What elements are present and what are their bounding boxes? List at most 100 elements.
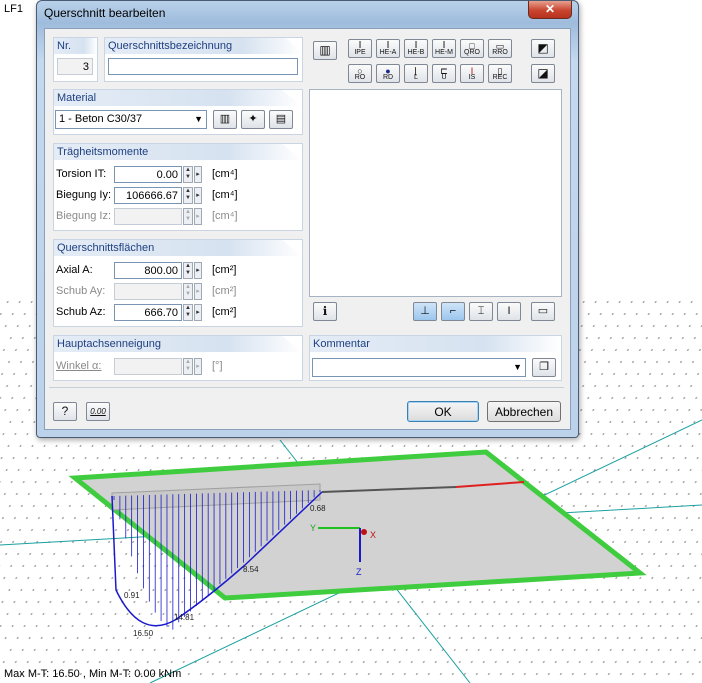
material-label: Material xyxy=(54,90,302,106)
section-is-button[interactable]: Ι IS xyxy=(460,64,484,83)
shear-z-label: Schub Az: xyxy=(56,306,106,318)
dimension-icon: ⊥ xyxy=(420,305,430,317)
bending-z-pick-button: ▸ xyxy=(194,208,202,225)
axial-unit: [cm²] xyxy=(212,264,237,276)
calculator-icon: 0.00 xyxy=(90,407,106,416)
help-button[interactable]: ? xyxy=(53,402,77,421)
value-label: 16.50 xyxy=(133,629,154,638)
shear-y-unit: [cm²] xyxy=(212,285,237,297)
chevron-down-icon: ▼ xyxy=(194,114,203,124)
shear-z-spinner[interactable]: ▲ ▼ xyxy=(183,304,193,321)
comment-library-button[interactable]: ❐ xyxy=(532,358,556,377)
section-solid-button[interactable]: ◪ xyxy=(531,64,555,83)
inertia-group: Trägheitsmomente Torsion IT: 0.00 ▲ ▼ ▸ [… xyxy=(53,143,303,231)
bending-z-unit: [cm⁴] xyxy=(212,210,238,222)
shear-y-pick-button: ▸ xyxy=(194,283,202,300)
local-origin xyxy=(361,529,367,535)
section-icon: Ι xyxy=(507,305,511,317)
inertia-label: Trägheitsmomente xyxy=(54,144,302,160)
axis-label-z: Z xyxy=(356,567,362,577)
view-section-button[interactable]: Ι xyxy=(497,302,521,321)
calculator-button[interactable]: 0.00 xyxy=(86,402,110,421)
comment-group: Kommentar ▼ ❐ xyxy=(309,335,562,381)
divider xyxy=(49,387,564,388)
view-fit-button[interactable]: ⌶ xyxy=(469,302,493,321)
torsion-spinner[interactable]: ▲ ▼ xyxy=(183,166,193,183)
ok-label: OK xyxy=(434,405,452,419)
dialog-title: Querschnitt bearbeiten xyxy=(44,6,166,20)
view-print-button[interactable]: ▭ xyxy=(531,302,555,321)
bending-y-input[interactable]: 106666.67 xyxy=(114,187,182,204)
profile-icon: ◩ xyxy=(537,41,549,55)
new-material-button[interactable]: ✦ xyxy=(241,110,265,129)
load-case-label: LF1 xyxy=(4,3,23,15)
axis-label-y: Y xyxy=(310,523,316,533)
chevron-down-icon: ▼ xyxy=(513,362,522,372)
view-dimension-button[interactable]: ⊥ xyxy=(413,302,437,321)
name-label: Querschnittsbezeichnung xyxy=(105,38,302,54)
material-library-button[interactable]: ▥ xyxy=(213,110,237,129)
book-icon: ▥ xyxy=(319,43,331,57)
bending-y-spinner[interactable]: ▲ ▼ xyxy=(183,187,193,204)
new-icon: ✦ xyxy=(248,113,258,125)
value-label: 14.81 xyxy=(174,613,195,622)
help-icon: ? xyxy=(61,404,69,418)
bending-z-input xyxy=(114,208,182,225)
bending-z-spinner: ▲ ▼ xyxy=(183,208,193,225)
solid-icon: ◪ xyxy=(537,66,549,80)
section-ipe-button[interactable]: Ι IPE xyxy=(348,39,372,58)
shear-y-input xyxy=(114,283,182,300)
principal-axis-label: Hauptachsenneigung xyxy=(54,336,302,352)
section-hem-button[interactable]: Ι HE-M xyxy=(432,39,456,58)
fit-icon: ⌶ xyxy=(477,305,485,317)
angle-pick-button: ▸ xyxy=(194,358,202,375)
bending-y-pick-button[interactable]: ▸ xyxy=(194,187,202,204)
torsion-pick-button[interactable]: ▸ xyxy=(194,166,202,183)
axial-input[interactable]: 800.00 xyxy=(114,262,182,279)
section-l-button[interactable]: ⌊ L xyxy=(404,64,428,83)
section-qro-button[interactable]: □ QRO xyxy=(460,39,484,58)
cancel-button[interactable]: Abbrechen xyxy=(487,401,561,422)
bending-y-label: Biegung Iy: xyxy=(56,189,112,201)
dialog-client: Nr. 3 Querschnittsbezeichnung Material 1… xyxy=(44,28,571,430)
axial-spinner[interactable]: ▲ ▼ xyxy=(183,262,193,279)
section-heb-button[interactable]: Ι HE-B xyxy=(404,39,428,58)
material-select[interactable]: 1 - Beton C30/37 ▼ xyxy=(55,110,207,129)
section-rro-button[interactable]: ▭ RRO xyxy=(488,39,512,58)
nr-label: Nr. xyxy=(54,38,97,54)
section-ro-button[interactable]: ○ RO xyxy=(348,64,372,83)
info-button[interactable]: ℹ xyxy=(313,302,337,321)
section-rec-button[interactable]: ▯ REC xyxy=(488,64,512,83)
comment-input[interactable]: ▼ xyxy=(312,358,526,377)
section-hea-button[interactable]: Ι HE-A xyxy=(376,39,400,58)
areas-group: Querschnittsflächen Axial A: 800.00 ▲ ▼ ▸… xyxy=(53,239,303,327)
view-axes-button[interactable]: ⌐ xyxy=(441,302,465,321)
angle-input xyxy=(114,358,182,375)
torsion-input[interactable]: 0.00 xyxy=(114,166,182,183)
axis-label-x: X xyxy=(370,530,376,540)
bending-y-unit: [cm⁴] xyxy=(212,189,238,201)
shear-z-pick-button[interactable]: ▸ xyxy=(194,304,202,321)
section-rd-button[interactable]: ● RD xyxy=(376,64,400,83)
section-special-button[interactable]: ◩ xyxy=(531,39,555,58)
status-text: Max M-T: 16.50 , Min M-T: 0.00 kNm xyxy=(4,668,182,680)
edit-material-button[interactable]: ▤ xyxy=(269,110,293,129)
axial-pick-button[interactable]: ▸ xyxy=(194,262,202,279)
value-label: 0.91 xyxy=(124,591,140,600)
areas-label: Querschnittsflächen xyxy=(54,240,302,256)
shear-z-input[interactable]: 666.70 xyxy=(114,304,182,321)
value-label: 0.68 xyxy=(310,504,326,513)
print-icon: ▭ xyxy=(537,305,549,317)
close-button[interactable]: ✕ xyxy=(528,1,572,19)
section-library-button[interactable]: ▥ xyxy=(313,41,337,60)
nr-group: Nr. 3 xyxy=(53,37,98,82)
ok-button[interactable]: OK xyxy=(407,401,479,422)
section-u-button[interactable]: ⊏ U xyxy=(432,64,456,83)
section-name-input[interactable] xyxy=(108,58,298,75)
shear-y-spinner: ▲ ▼ xyxy=(183,283,193,300)
axial-label: Axial A: xyxy=(56,264,93,276)
torsion-label: Torsion IT: xyxy=(56,168,107,180)
shear-z-unit: [cm²] xyxy=(212,306,237,318)
section-preview xyxy=(309,89,562,297)
name-group: Querschnittsbezeichnung xyxy=(104,37,303,82)
